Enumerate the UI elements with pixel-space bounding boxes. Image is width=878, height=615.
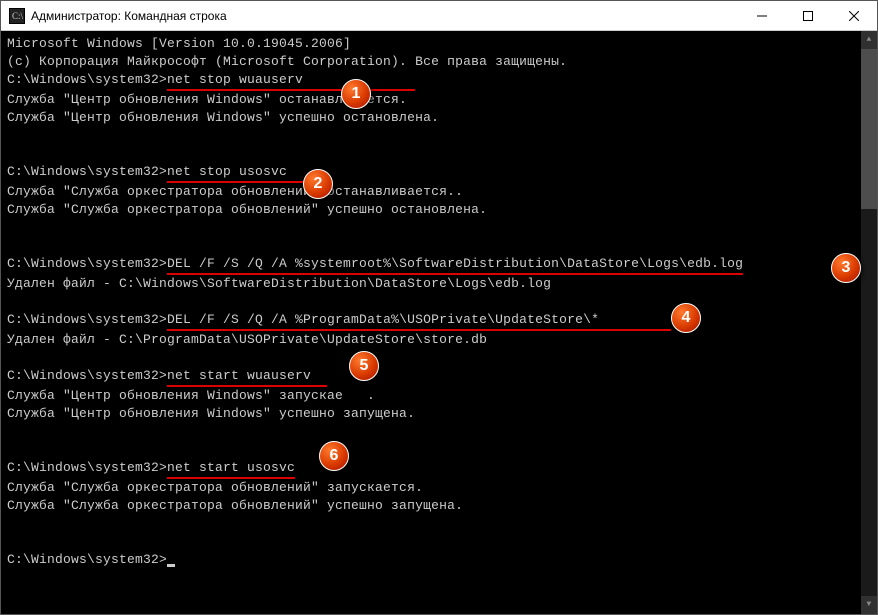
blank-line <box>7 237 871 255</box>
prompt-line: C:\Windows\system32>net start usosvc <box>7 459 871 479</box>
output-line: Служба "Центр обновления Windows" успешн… <box>7 405 871 423</box>
blank-line <box>7 219 871 237</box>
scrollbar-track[interactable] <box>861 209 877 596</box>
blank-line <box>7 349 871 367</box>
svg-text:C:\: C:\ <box>12 11 24 21</box>
prompt-line: C:\Windows\system32>DEL /F /S /Q /A %Pro… <box>7 311 871 331</box>
output-line: (c) Корпорация Майкрософт (Microsoft Cor… <box>7 53 871 71</box>
output-line: Служба "Служба оркестратора обновлений" … <box>7 479 871 497</box>
window-title: Администратор: Командная строка <box>31 9 739 23</box>
blank-line <box>7 515 871 533</box>
prompt-line: C:\Windows\system32>DEL /F /S /Q /A %sys… <box>7 255 871 275</box>
annotation-marker-4: 4 <box>671 303 701 333</box>
output-line: Служба "Центр обновления Windows" остана… <box>7 91 871 109</box>
terminal-output[interactable]: Microsoft Windows [Version 10.0.19045.20… <box>1 31 877 614</box>
cursor <box>167 564 175 567</box>
blank-line <box>7 423 871 441</box>
scroll-up-button[interactable]: ▲ <box>861 31 877 49</box>
blank-line <box>7 533 871 551</box>
blank-line <box>7 441 871 459</box>
prompt-line: C:\Windows\system32>net stop usosvc <box>7 163 871 183</box>
minimize-button[interactable] <box>739 1 785 30</box>
output-line: Удален файл - C:\ProgramData\USOPrivate\… <box>7 331 871 349</box>
prompt-line: C:\Windows\system32>net stop wuauserv <box>7 71 871 91</box>
prompt-line: C:\Windows\system32>net start wuauserv <box>7 367 871 387</box>
blank-line <box>7 127 871 145</box>
cmd-icon: C:\ <box>9 8 25 24</box>
output-line: Служба "Служба оркестратора обновлений" … <box>7 183 871 201</box>
output-line: Служба "Служба оркестратора обновлений" … <box>7 201 871 219</box>
annotation-marker-5: 5 <box>349 351 379 381</box>
scrollbar-thumb[interactable] <box>861 49 877 209</box>
output-line: Удален файл - C:\Windows\SoftwareDistrib… <box>7 275 871 293</box>
blank-line <box>7 145 871 163</box>
annotation-marker-2: 2 <box>303 169 333 199</box>
maximize-button[interactable] <box>785 1 831 30</box>
window-controls <box>739 1 877 30</box>
output-line: Microsoft Windows [Version 10.0.19045.20… <box>7 35 871 53</box>
close-button[interactable] <box>831 1 877 30</box>
annotation-marker-6: 6 <box>319 441 349 471</box>
annotation-marker-3: 3 <box>831 253 861 283</box>
output-line: Служба "Служба оркестратора обновлений" … <box>7 497 871 515</box>
blank-line <box>7 293 871 311</box>
output-line: Служба "Центр обновления Windows" успешн… <box>7 109 871 127</box>
prompt-line: C:\Windows\system32> <box>7 551 871 569</box>
scrollbar[interactable]: ▲ ▼ <box>861 31 877 614</box>
scroll-down-button[interactable]: ▼ <box>861 596 877 614</box>
annotation-marker-1: 1 <box>341 79 371 109</box>
titlebar: C:\ Администратор: Командная строка <box>1 1 877 31</box>
output-line: Служба "Центр обновления Windows" запуск… <box>7 387 871 405</box>
